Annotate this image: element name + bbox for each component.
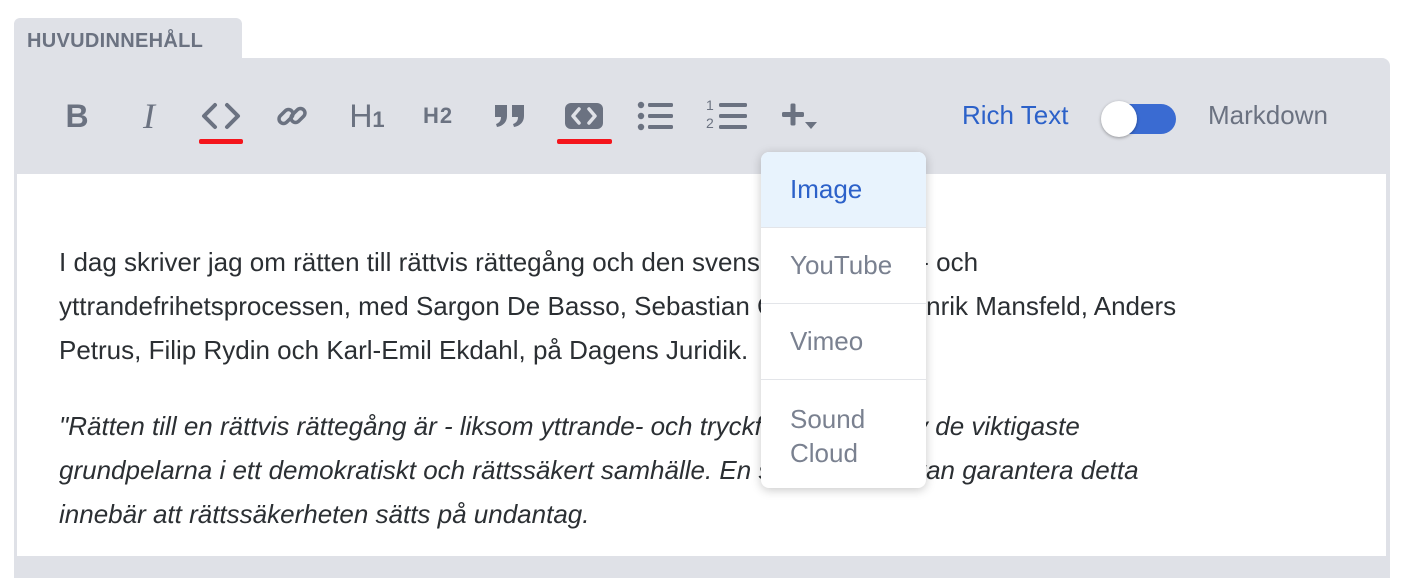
- editor-content[interactable]: I dag skriver jag om rätten till rättvis…: [17, 174, 1386, 556]
- heading-2-button[interactable]: H2: [418, 80, 458, 152]
- menu-item-label: Cloud: [790, 438, 858, 468]
- code-block-icon: [565, 103, 603, 129]
- quote-button[interactable]: [492, 80, 528, 152]
- editor-mode-toggle[interactable]: [1101, 101, 1176, 137]
- numbered-list-icon: 1 2: [705, 97, 747, 132]
- editor-toolbar: B I H1 H2 1 2 Rich Text Markdown: [14, 58, 1390, 174]
- menu-item-soundcloud[interactable]: Sound Cloud: [761, 380, 926, 488]
- paragraph-line: I dag skriver jag om rätten till rättvis…: [59, 247, 979, 277]
- paragraph-line: Petrus, Filip Rydin och Karl-Emil Ekdahl…: [59, 335, 749, 365]
- toggle-knob: [1101, 101, 1137, 137]
- markdown-label[interactable]: Markdown: [1208, 100, 1328, 131]
- bold-button[interactable]: B: [60, 80, 94, 152]
- heading-1-button[interactable]: H1: [344, 80, 390, 152]
- menu-item-label: YouTube: [790, 250, 893, 280]
- menu-item-label: Image: [790, 174, 863, 204]
- paragraph-line: yttrandefrihetsprocessen, med Sargon De …: [59, 291, 1177, 321]
- code-block-highlight-underline: [557, 139, 612, 144]
- link-button[interactable]: [274, 80, 310, 152]
- insert-dropdown-menu: Image YouTube Vimeo Sound Cloud: [761, 152, 926, 488]
- quote-paragraph: "Rätten till en rättvis rättegång är - l…: [59, 404, 1309, 536]
- code-highlight-underline: [199, 139, 243, 144]
- plus-dropdown-icon: [782, 103, 817, 129]
- italic-button[interactable]: I: [132, 80, 166, 152]
- numbered-list-button[interactable]: 1 2: [704, 80, 748, 152]
- paragraph-line: innebär att rättssäkerheten sätts på und…: [59, 499, 590, 529]
- bulleted-list-icon: [637, 101, 673, 131]
- menu-item-label: Sound: [790, 404, 866, 434]
- paragraph: I dag skriver jag om rätten till rättvis…: [59, 240, 1309, 372]
- italic-icon: I: [143, 96, 155, 136]
- menu-item-label: Vimeo: [790, 326, 864, 356]
- bulleted-list-button[interactable]: [636, 80, 674, 152]
- link-icon: [277, 106, 307, 126]
- code-icon: [202, 103, 240, 129]
- menu-item-image[interactable]: Image: [761, 152, 926, 227]
- paragraph-line: grundpelarna i ett demokratiskt och rätt…: [59, 455, 1139, 485]
- bold-icon: B: [65, 97, 89, 134]
- paragraph-line: "Rätten till en rättvis rättegång är - l…: [59, 411, 1080, 441]
- section-tab: HUVUDINNEHÅLL: [14, 18, 242, 60]
- rich-text-label[interactable]: Rich Text: [962, 100, 1068, 131]
- heading-2-icon: H2: [422, 103, 454, 128]
- section-tab-label: HUVUDINNEHÅLL: [27, 30, 204, 52]
- menu-item-youtube[interactable]: YouTube: [761, 228, 926, 303]
- menu-item-vimeo[interactable]: Vimeo: [761, 304, 926, 379]
- insert-button[interactable]: [777, 80, 823, 152]
- quote-icon: [495, 105, 524, 127]
- heading-1-icon: H1: [349, 97, 385, 134]
